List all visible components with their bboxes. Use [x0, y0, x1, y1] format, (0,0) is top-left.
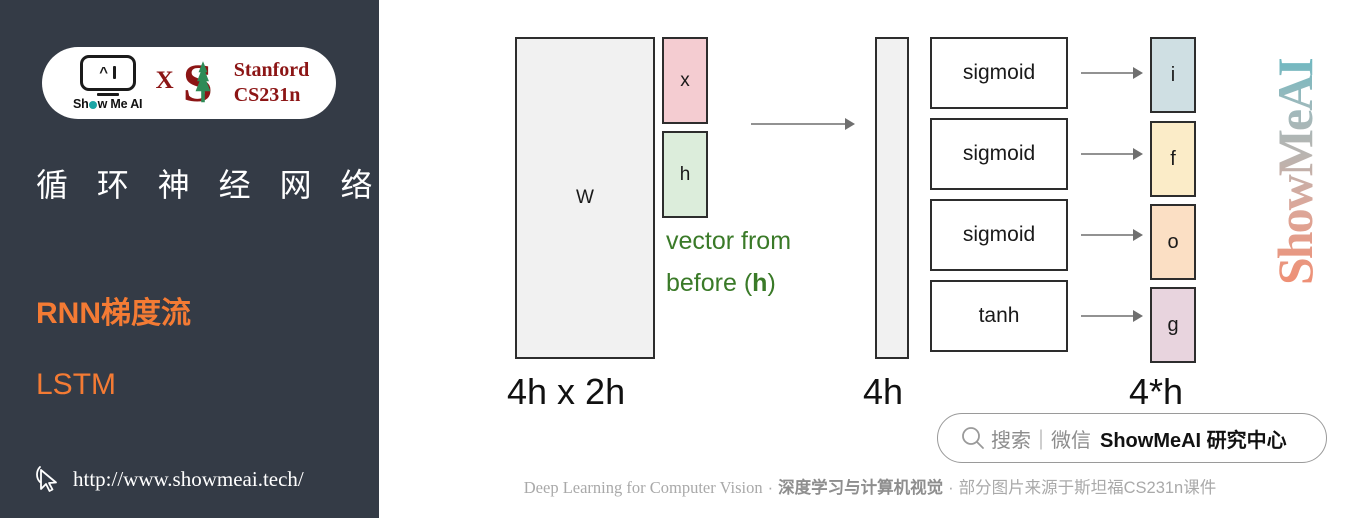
preactivation-column-box	[875, 37, 909, 359]
showmeai-glyph-icon: ^	[79, 54, 136, 91]
showmeai-watermark: ShowMeAI	[1267, 25, 1323, 285]
gate-arrow-icon-0	[1081, 67, 1143, 79]
bar-icon	[113, 66, 117, 80]
footer-caption: Deep Learning for Computer Vision · 深度学习与计…	[379, 474, 1361, 498]
showmeai-logo: ^ Sh w Me AI	[69, 54, 147, 111]
vector-note-pre: before (	[666, 269, 753, 297]
vector-note-line-1: vector from	[666, 227, 792, 255]
gate-output-g: g	[1150, 287, 1196, 363]
partnership-x-separator: X	[155, 67, 174, 94]
showmeai-wordmark: Sh w Me AI	[73, 97, 142, 111]
gate-activation-3: tanh	[930, 280, 1068, 352]
stanford-tree-svg	[195, 61, 211, 103]
stanford-logo-icon: S	[183, 56, 223, 110]
gate-arrow-icon-1	[1081, 148, 1143, 160]
vector-note-post: )	[767, 269, 776, 297]
search-placeholder-text: 搜索｜微信	[991, 429, 1091, 452]
vector-note-line-2: before (h)	[666, 262, 791, 304]
stanford-line-2: CS231n	[233, 84, 301, 106]
footer-chinese-bold-text: 深度学习与计算机视觉	[778, 479, 944, 497]
weight-matrix-box: W	[515, 37, 655, 359]
logo-underline	[96, 92, 119, 97]
globe-dot-icon	[89, 101, 98, 110]
sidebar: ^ Sh w Me AI X S Stanford CS231n 循 环 神 经…	[0, 0, 379, 518]
vector-note-h: h	[752, 269, 768, 297]
gate-activation-1: sigmoid	[930, 118, 1068, 190]
site-url-text: http://www.showmeai.tech/	[73, 466, 304, 491]
site-url-row[interactable]: http://www.showmeai.tech/	[33, 464, 304, 494]
gate-arrow-icon-3	[1081, 310, 1143, 322]
brand-partner-badge: ^ Sh w Me AI X S Stanford CS231n	[42, 47, 336, 119]
gate-output-f: f	[1150, 121, 1196, 197]
wechat-search-widget[interactable]: 搜索｜微信 ShowMeAI 研究中心	[937, 413, 1327, 463]
search-icon	[962, 427, 984, 449]
footer-separator-2: ·	[948, 479, 954, 497]
gate-output-o: o	[1150, 204, 1196, 280]
gate-output-i: i	[1150, 37, 1196, 113]
wordmark-rest: w Me AI	[97, 97, 143, 112]
footer-separator-1: ·	[767, 479, 774, 497]
wordmark-sho: Sh	[73, 97, 89, 112]
footer-english-text: Deep Learning for Computer Vision	[523, 478, 763, 497]
stanford-course-text: Stanford CS231n	[234, 58, 310, 108]
main-content: W x h vector from before (h) sigmoid sig…	[379, 0, 1361, 518]
dimension-label-output: 4*h	[1129, 371, 1184, 412]
gate-arrow-icon-2	[1081, 229, 1143, 241]
page-title: 循 环 神 经 网 络	[36, 167, 383, 203]
search-brand-text: ShowMeAI 研究中心	[1100, 429, 1287, 452]
dimension-label-weight: 4h x 2h	[507, 371, 626, 412]
cursor-pointer-icon	[36, 466, 57, 492]
vector-from-before-note: vector from before (h)	[666, 220, 791, 304]
slide-root: ^ Sh w Me AI X S Stanford CS231n 循 环 神 经…	[0, 0, 1361, 518]
stanford-line-1: Stanford	[233, 59, 310, 81]
footer-chinese-note-text: 部分图片来源于斯坦福CS231n课件	[958, 479, 1217, 497]
input-x-box: x	[662, 37, 708, 124]
gate-activation-2: sigmoid	[930, 199, 1068, 271]
matmul-arrow-icon	[751, 118, 855, 130]
sidebar-item-rnn-gradient-flow[interactable]: RNN梯度流	[36, 288, 191, 332]
dimension-label-preactivation: 4h	[863, 371, 904, 412]
caret-up-icon: ^	[99, 63, 109, 81]
gate-activation-0: sigmoid	[930, 37, 1068, 109]
hidden-h-box: h	[662, 131, 708, 218]
sidebar-item-lstm[interactable]: LSTM	[36, 368, 116, 402]
